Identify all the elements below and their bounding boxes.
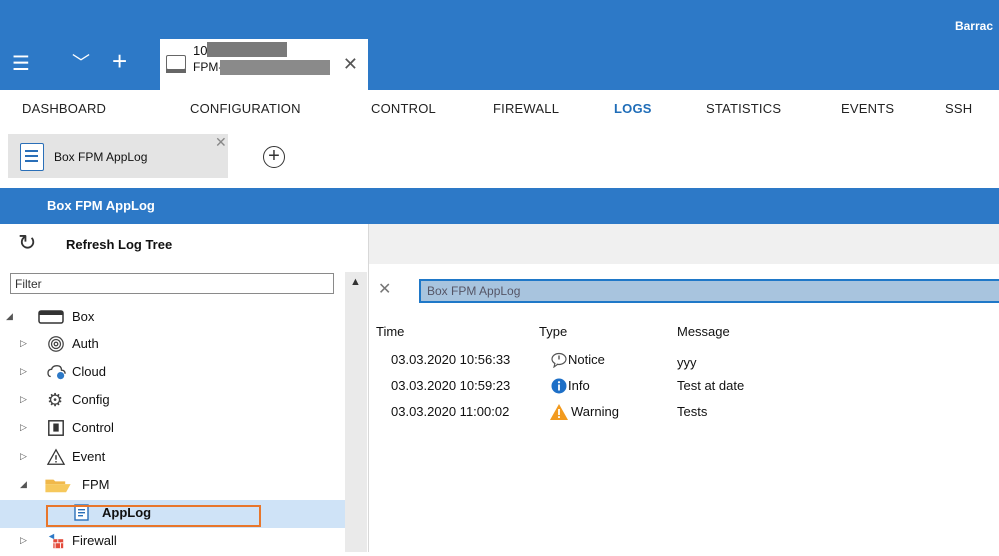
expand-arrow-icon[interactable]: ▷ [20,366,27,377]
log-type: Info [568,378,590,393]
nav-statistics[interactable]: STATISTICS [706,101,781,116]
nav-control[interactable]: CONTROL [371,101,436,116]
log-tab-strip: Box FPM AppLog ✕ + [0,126,999,188]
computer-icon [166,55,186,73]
tree-item-label: Cloud [72,364,106,379]
chevron-down-icon[interactable]: ﹀ [72,53,90,73]
expand-arrow-icon[interactable]: ▷ [20,394,27,405]
expand-arrow-icon[interactable]: ▷ [20,338,27,349]
firewall-icon [48,533,64,549]
warning-triangle-icon [46,448,66,465]
column-header-type[interactable]: Type [539,324,567,339]
nav-ssh[interactable]: SSH [945,101,972,116]
tree-item-control[interactable]: ▷ Control [0,415,345,443]
column-header-message[interactable]: Message [677,324,730,339]
tree-item-config[interactable]: ▷ ⚙ Config [0,387,345,415]
tree-item-label: Firewall [72,533,117,548]
tree-item-label: Control [72,420,114,435]
expand-arrow-icon[interactable]: ▷ [20,422,27,433]
info-icon [551,378,567,394]
log-message: yyy [677,355,697,370]
nav-dashboard[interactable]: DASHBOARD [22,101,106,116]
new-tab-plus-icon[interactable]: + [112,48,127,74]
gear-icon: ⚙ [47,390,64,410]
tree-item-auth[interactable]: ▷ Auth [0,331,345,359]
log-search-input[interactable] [419,279,999,303]
expand-arrow-icon[interactable]: ▷ [20,451,27,462]
close-tab-icon[interactable]: ✕ [343,54,358,75]
refresh-label: Refresh Log Tree [66,237,173,252]
title-bar: ☰ ﹀ + Barrac 10. FPM- ✕ [0,0,999,90]
log-message: Test at date [677,378,745,393]
log-toolbar [369,224,999,264]
log-time: 03.03.2020 10:59:23 [391,378,511,393]
section-title: Box FPM AppLog [47,198,155,213]
tree-item-box[interactable]: ◢ Box [0,304,345,332]
open-folder-icon [45,479,71,493]
redacted-block [207,42,287,57]
tree-item-cloud[interactable]: ▷ Cloud [0,359,345,387]
notice-bubble-icon [551,352,567,368]
connection-tab[interactable]: 10. FPM- ✕ [160,39,368,90]
add-log-tab-icon[interactable]: + [263,146,285,168]
control-panel-icon [48,420,64,436]
log-message: Tests [677,404,708,419]
log-row[interactable]: 03.03.2020 10:56:33 Notice yyy [369,350,999,372]
log-type: Notice [568,352,605,367]
log-row[interactable]: 03.03.2020 10:59:23 Info Test at date [369,375,999,397]
log-time: 03.03.2020 10:56:33 [391,352,511,367]
nav-events[interactable]: EVENTS [841,101,894,116]
server-icon [38,310,64,324]
log-tab[interactable]: Box FPM AppLog ✕ [8,134,228,178]
tree-item-fpm[interactable]: ◢ FPM [0,472,345,500]
scroll-up-icon[interactable]: ▲ [350,276,361,288]
expand-arrow-icon[interactable]: ▷ [20,535,27,546]
redacted-block [220,60,330,75]
tree-item-label: Config [72,392,110,407]
applog-highlight-box [46,505,261,527]
log-type: Warning [571,404,619,419]
tree-item-event[interactable]: ▷ Event [0,444,345,472]
connection-name: FPM- [193,60,223,74]
fingerprint-icon [48,336,64,352]
tree-item-label: Event [72,449,106,464]
refresh-icon: ↻ [18,230,37,255]
brand-name: Barrac [954,19,993,33]
clear-search-icon[interactable]: ✕ [378,279,391,299]
collapse-arrow-icon[interactable]: ◢ [20,479,27,490]
log-viewer-panel: ✕ Time Type Message 03.03.2020 10:56:33 … [369,224,999,552]
close-log-tab-icon[interactable]: ✕ [215,134,227,151]
warning-icon [550,404,568,420]
nav-firewall[interactable]: FIREWALL [493,101,559,116]
column-header-time[interactable]: Time [376,324,404,339]
filter-input[interactable] [10,273,334,294]
log-tree-panel: ↻ Refresh Log Tree ▲ ◢ Box ▷ Auth ▷ Clou… [0,224,369,552]
cloud-icon [47,365,66,380]
tree-item-label: FPM [82,477,110,492]
log-row[interactable]: 03.03.2020 11:00:02 Warning Tests [369,401,999,423]
section-header: Box FPM AppLog [0,188,999,224]
log-document-icon [20,143,44,171]
tree-item-label: Box [72,309,95,324]
log-tab-label: Box FPM AppLog [54,150,148,164]
nav-logs[interactable]: LOGS [614,101,652,116]
tree-item-label: Auth [72,336,99,351]
hamburger-menu-icon[interactable]: ☰ [12,54,30,74]
tree-scrollbar[interactable]: ▲ [345,272,367,552]
log-time: 03.03.2020 11:00:02 [391,404,510,419]
collapse-arrow-icon[interactable]: ◢ [6,311,13,322]
nav-configuration[interactable]: CONFIGURATION [190,101,301,116]
main-nav: DASHBOARD CONFIGURATION CONTROL FIREWALL… [0,90,999,126]
